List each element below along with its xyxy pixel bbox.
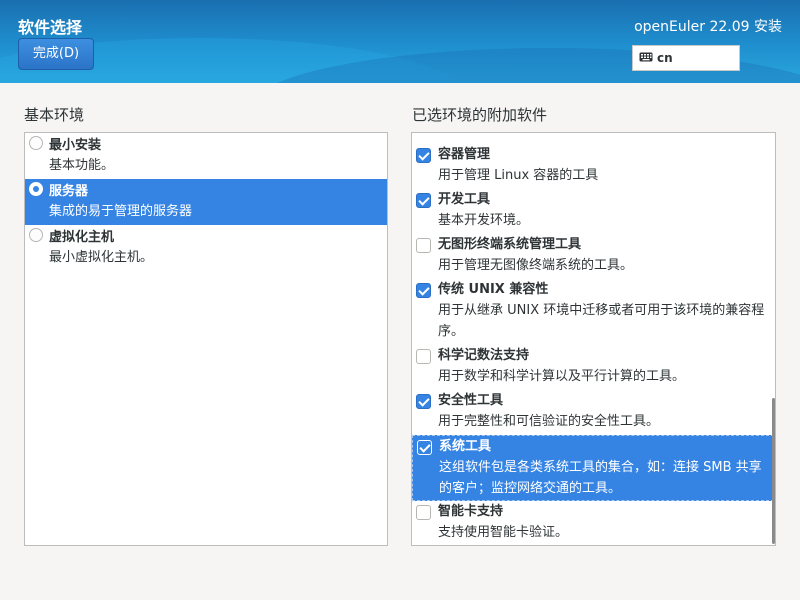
addon-title: 科学记数法支持 [438,348,530,363]
environment-title: 服务器 [49,184,89,199]
addon-item-system-tools[interactable]: 系统工具 这组软件包是各类系统工具的集合，如：连接 SMB 共享的客户；监控网络… [412,435,774,501]
addon-item-security-tools[interactable]: 安全性工具 用于完整性和可信验证的安全性工具。 [412,390,774,432]
addon-description: 用于管理 Linux 容器的工具 [438,168,599,183]
addon-title: 容器管理 [438,147,491,162]
addon-title: 安全性工具 [438,393,504,408]
keyboard-icon [639,46,653,70]
base-environment-list: 最小安装 基本功能。 服务器 集成的易于管理的服务器 虚拟化主机 最小虚拟化主机… [24,132,388,546]
environment-description: 基本功能。 [49,158,115,173]
radio-button[interactable] [29,136,43,150]
page-title: 软件选择 [18,18,83,37]
addon-item-legacy-unix-compat[interactable]: 传统 UNIX 兼容性 用于从继承 UNIX 环境中迁移或者可用于该环境的兼容程… [412,279,774,342]
radio-button[interactable] [29,228,43,242]
addon-description: 基本开发环境。 [438,213,530,228]
addon-description: 用于完整性和可信验证的安全性工具。 [438,414,660,429]
addon-item-headless-management[interactable]: 无图形终端系统管理工具 用于管理无图像终端系统的工具。 [412,234,774,276]
product-title: openEuler 22.09 安装 [634,19,782,35]
environment-option-virtualization-host[interactable]: 虚拟化主机 最小虚拟化主机。 [25,225,387,271]
environment-description: 最小虚拟化主机。 [49,250,154,265]
addons-heading: 已选环境的附加软件 [412,106,548,124]
addon-item-scientific-support[interactable]: 科学记数法支持 用于数学和科学计算以及平行计算的工具。 [412,345,774,387]
addon-description: 用于从继承 UNIX 环境中迁移或者可用于该环境的兼容程序。 [438,303,765,339]
addon-description: 用于数学和科学计算以及平行计算的工具。 [438,369,686,384]
addon-title: 开发工具 [438,192,491,207]
environment-description: 集成的易于管理的服务器 [49,204,193,219]
radio-button[interactable] [29,182,43,196]
checkbox[interactable] [416,148,431,163]
checkbox[interactable] [416,283,431,298]
addon-title: 智能卡支持 [438,504,504,519]
addon-item-container-management[interactable]: 容器管理 用于管理 Linux 容器的工具 [412,144,774,186]
keyboard-layout-label: cn [657,51,673,65]
keyboard-layout-indicator[interactable]: cn [632,45,740,71]
checkbox[interactable] [416,394,431,409]
checkbox[interactable] [417,440,432,455]
checkbox[interactable] [416,349,431,364]
addon-item-smart-card-support[interactable]: 智能卡支持 支持使用智能卡验证。 [412,501,774,543]
done-button[interactable]: 完成(D) [18,38,94,70]
addon-description: 这组软件包是各类系统工具的集合，如：连接 SMB 共享的客户；监控网络交通的工具… [439,460,762,496]
header-bar: 软件选择 完成(D) openEuler 22.09 安装 cn [0,0,800,83]
environment-option-minimal[interactable]: 最小安装 基本功能。 [25,133,387,179]
checkbox[interactable] [416,238,431,253]
environment-option-server[interactable]: 服务器 集成的易于管理的服务器 [25,179,387,225]
addon-title: 无图形终端系统管理工具 [438,237,582,252]
environment-title: 最小安装 [49,138,102,153]
base-environment-heading: 基本环境 [24,106,85,124]
checkbox[interactable] [416,193,431,208]
addon-description: 用于管理无图像终端系统的工具。 [438,258,634,273]
addon-list-scrollbar[interactable] [772,398,775,544]
addon-item-development-tools[interactable]: 开发工具 基本开发环境。 [412,189,774,231]
addon-title: 传统 UNIX 兼容性 [438,282,549,297]
addon-software-list[interactable]: 容器管理 用于管理 Linux 容器的工具 开发工具 基本开发环境。 无图形终端… [411,132,776,546]
environment-title: 虚拟化主机 [49,230,115,245]
addon-description: 支持使用智能卡验证。 [438,525,569,540]
checkbox[interactable] [416,505,431,520]
addon-title: 系统工具 [439,439,492,454]
